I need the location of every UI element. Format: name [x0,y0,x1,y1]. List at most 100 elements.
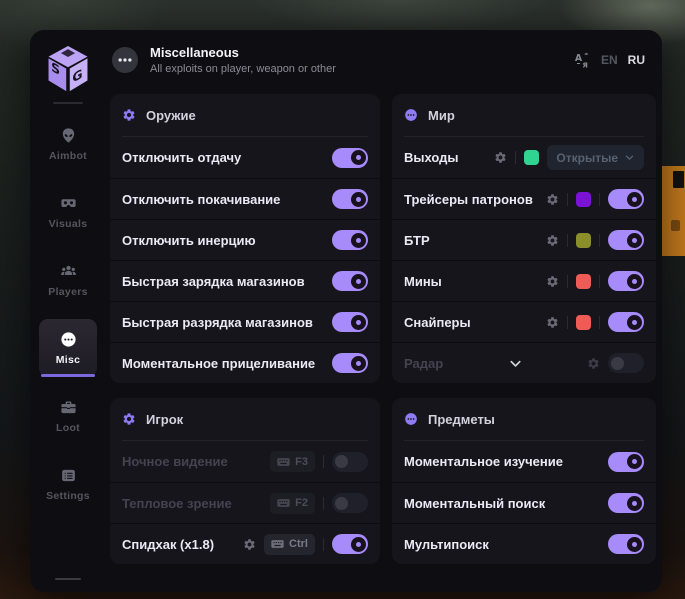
language-switcher: EN RU [574,52,645,69]
feature-row: Ночное видение F3 [110,441,380,482]
dots-circle-icon [404,108,418,122]
sidebar-item-label: Visuals [49,218,88,230]
divider [599,234,600,247]
feature-label: Отключить покачивание [122,192,280,207]
keyboard-icon [271,539,284,549]
briefcase-icon [60,399,77,416]
gear-icon[interactable] [587,357,600,370]
gear-icon[interactable] [494,151,507,164]
feature-row: Отключить отдачу [110,137,380,178]
hotkey-badge[interactable]: F3 [270,451,315,472]
sidebar-divider [53,102,83,104]
toggle-switch[interactable] [332,534,368,554]
feature-label: Тепловое зрение [122,496,232,511]
game-background: Aimbot Visuals Players Misc Loot Setting… [0,0,685,599]
lang-option-en[interactable]: EN [601,53,618,67]
gear-icon[interactable] [243,538,256,551]
expand-control[interactable] [451,356,579,371]
cheat-menu-panel: Aimbot Visuals Players Misc Loot Setting… [30,30,662,592]
toggle-switch[interactable] [332,148,368,168]
divider [323,497,324,510]
dropdown-select[interactable]: Открытые [547,145,644,170]
toggle-switch[interactable] [608,452,644,472]
toggle-switch[interactable] [608,353,644,373]
divider [599,316,600,329]
hotkey-badge[interactable]: Ctrl [264,534,315,555]
feature-label: Быстрая зарядка магазинов [122,274,305,289]
feature-label: Моментальный поиск [404,496,545,511]
divider [567,234,568,247]
feature-label: Отключить отдачу [122,150,241,165]
translate-icon [574,52,591,69]
sidebar-item-label: Loot [56,422,80,434]
gear-icon[interactable] [546,193,559,206]
section-weapon: Оружие Отключить отдачу Отключить покачи… [110,94,380,383]
toggle-switch[interactable] [608,189,644,209]
gear-icon [122,412,136,426]
divider [323,538,324,551]
feature-row: Отключить инерцию [110,219,380,260]
color-swatch[interactable] [576,315,591,330]
section-world: Мир Выходы Открытые [392,94,656,383]
feature-label: Моментальное изучение [404,454,563,469]
lang-option-ru[interactable]: RU [628,53,645,67]
toggle-switch[interactable] [608,230,644,250]
gear-icon[interactable] [546,316,559,329]
hotkey-badge[interactable]: F2 [270,493,315,514]
feature-row: Выходы Открытые [392,137,656,178]
feature-row: Спидхак (x1.8) Ctrl [110,523,380,564]
feature-row: Мины [392,260,656,301]
feature-label: Мины [404,274,442,289]
feature-row: Мультипоиск [392,523,656,564]
feature-label: Снайперы [404,315,471,330]
gear-icon[interactable] [546,234,559,247]
toggle-switch[interactable] [608,534,644,554]
sidebar-item-label: Aimbot [49,150,87,162]
sidebar-item-misc[interactable]: Misc [39,319,97,377]
color-swatch[interactable] [576,233,591,248]
sidebar-item-aimbot[interactable]: Aimbot [39,115,97,173]
toggle-switch[interactable] [332,353,368,373]
game-world-sign [661,166,685,256]
section-title: Оружие [146,108,196,123]
content-grid: Оружие Отключить отдачу Отключить покачи… [106,90,662,592]
sidebar-item-visuals[interactable]: Visuals [39,183,97,241]
sidebar-collapse-handle[interactable] [55,578,81,580]
page-header: Miscellaneous All exploits on player, we… [106,30,662,90]
toggle-switch[interactable] [332,230,368,250]
divider [567,275,568,288]
toggle-switch[interactable] [332,312,368,332]
alien-icon [60,127,77,144]
dots-circle-icon [404,412,418,426]
feature-label: Отключить инерцию [122,233,256,248]
ellipsis-circle-icon [60,331,77,348]
feature-row: Трейсеры патронов [392,178,656,219]
color-swatch[interactable] [576,274,591,289]
feature-label: Мультипоиск [404,537,489,552]
toggle-switch[interactable] [608,312,644,332]
gear-icon[interactable] [546,275,559,288]
toggle-switch[interactable] [608,271,644,291]
toggle-switch[interactable] [332,493,368,513]
feature-row: Моментальное изучение [392,441,656,482]
feature-label: Спидхак (x1.8) [122,537,214,552]
sidebar-item-loot[interactable]: Loot [39,387,97,445]
sidebar-item-label: Settings [46,490,90,502]
sidebar: Aimbot Visuals Players Misc Loot Setting… [30,30,106,592]
chevron-down-icon [624,152,635,163]
sidebar-item-settings[interactable]: Settings [39,455,97,513]
feature-row: Отключить покачивание [110,178,380,219]
color-swatch[interactable] [524,150,539,165]
feature-label: Моментальное прицеливание [122,356,315,371]
color-swatch[interactable] [576,192,591,207]
purple-cube-logo-icon [45,44,91,94]
sidebar-item-players[interactable]: Players [39,251,97,309]
toggle-switch[interactable] [332,271,368,291]
section-title: Предметы [428,412,495,427]
toggle-switch[interactable] [332,452,368,472]
toggle-switch[interactable] [608,493,644,513]
toggle-switch[interactable] [332,189,368,209]
divider [599,193,600,206]
section-player: Игрок Ночное видение F3 [110,398,380,564]
sidebar-item-label: Players [48,286,87,298]
